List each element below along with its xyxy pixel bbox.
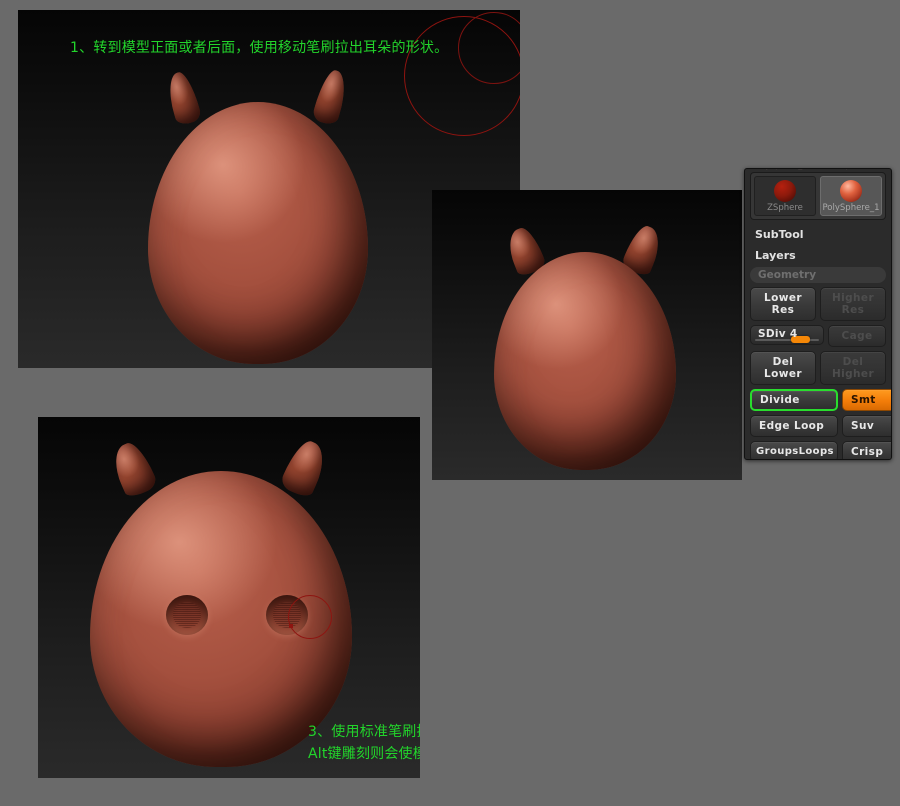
divide-options-column: Smt Suv Crisp Disp Loops 4 Polish 50 [842, 389, 891, 459]
del-lower-button[interactable]: Del Lower [750, 351, 816, 385]
polysphere-preview-icon [840, 180, 862, 202]
viewport-divided-ears[interactable]: 2、取消遮罩（方法是按住Ctrl键，在画布空白处框选一下），点击Divide按钮… [432, 190, 742, 480]
model-ear-left-nostrils [106, 438, 160, 500]
palette-group-geometry[interactable]: Geometry [750, 267, 886, 283]
brush-center-marker [289, 624, 293, 628]
palette-section-subtool[interactable]: SubTool [750, 225, 886, 244]
row-delete: Del Lower Del Higher [750, 351, 886, 385]
palette-ghost-labels: PolySphere_1 SimpleBrush [745, 169, 891, 170]
tool-thumbnail-row[interactable]: ZSphere PolySphere_1 [750, 172, 886, 220]
step-3-caption: 3、使用标准笔刷把鼻孔做出来。正常情况下笔刷涂抹会使模型凸起，按住Alt键雕刻则… [308, 724, 420, 762]
palette-section-layers[interactable]: Layers [750, 246, 886, 265]
model-ear-right-nostrils [278, 436, 332, 500]
edge-loop-button[interactable]: Edge Loop [750, 415, 838, 437]
tool-thumb-polysphere[interactable]: PolySphere_1 [820, 176, 882, 216]
tool-thumb-zsphere-label: ZSphere [767, 203, 803, 213]
model-body-divided [494, 252, 676, 470]
row-divide-group: Divide Edge Loop GroupsLoops Smt Suv Cri… [750, 389, 891, 459]
tool-thumb-polysphere-label: PolySphere_1 [822, 203, 880, 213]
viewport-nostrils[interactable]: 3、使用标准笔刷把鼻孔做出来。正常情况下笔刷涂抹会使模型凸起，按住Alt键雕刻则… [38, 417, 420, 778]
clay-model-divided [432, 190, 742, 480]
zbrush-tool-palette[interactable]: PolySphere_1 SimpleBrush ZSphere PolySph… [744, 168, 892, 460]
nostril-left [166, 595, 208, 635]
sdiv-slider[interactable]: SDiv 4 [750, 325, 824, 345]
smt-button[interactable]: Smt [842, 389, 891, 411]
zsphere-preview-icon [774, 180, 796, 202]
screenshot-stage: 1、转到模型正面或者后面，使用移动笔刷拉出耳朵的形状。 2、取消遮罩（方法是按住… [0, 0, 900, 806]
divide-button[interactable]: Divide [750, 389, 838, 411]
ghost-label-1: SimpleBrush [820, 169, 891, 170]
model-ear-right [311, 67, 351, 127]
ghost-label-0: PolySphere_1 [745, 169, 816, 170]
model-ear-left [163, 69, 203, 127]
groups-loops-button[interactable]: GroupsLoops [750, 441, 838, 459]
sdiv-slider-label: SDiv 4 [758, 328, 798, 340]
tool-thumb-zsphere[interactable]: ZSphere [754, 176, 816, 216]
higher-res-button[interactable]: Higher Res [820, 287, 886, 321]
step-1-caption: 1、转到模型正面或者后面，使用移动笔刷拉出耳朵的形状。 [70, 40, 449, 56]
brush-cursor-ring-nostril [288, 595, 332, 639]
row-resolution: Lower Res Higher Res [750, 287, 886, 321]
del-higher-button[interactable]: Del Higher [820, 351, 886, 385]
row-sdiv: SDiv 4 Cage [750, 325, 886, 347]
model-body [148, 102, 368, 364]
suv-button[interactable]: Suv [842, 415, 891, 437]
divide-button-column: Divide Edge Loop GroupsLoops [750, 389, 838, 459]
crisp-button[interactable]: Crisp [842, 441, 891, 459]
cage-button[interactable]: Cage [828, 325, 886, 347]
nostril-left-inner [172, 602, 202, 628]
lower-res-button[interactable]: Lower Res [750, 287, 816, 321]
